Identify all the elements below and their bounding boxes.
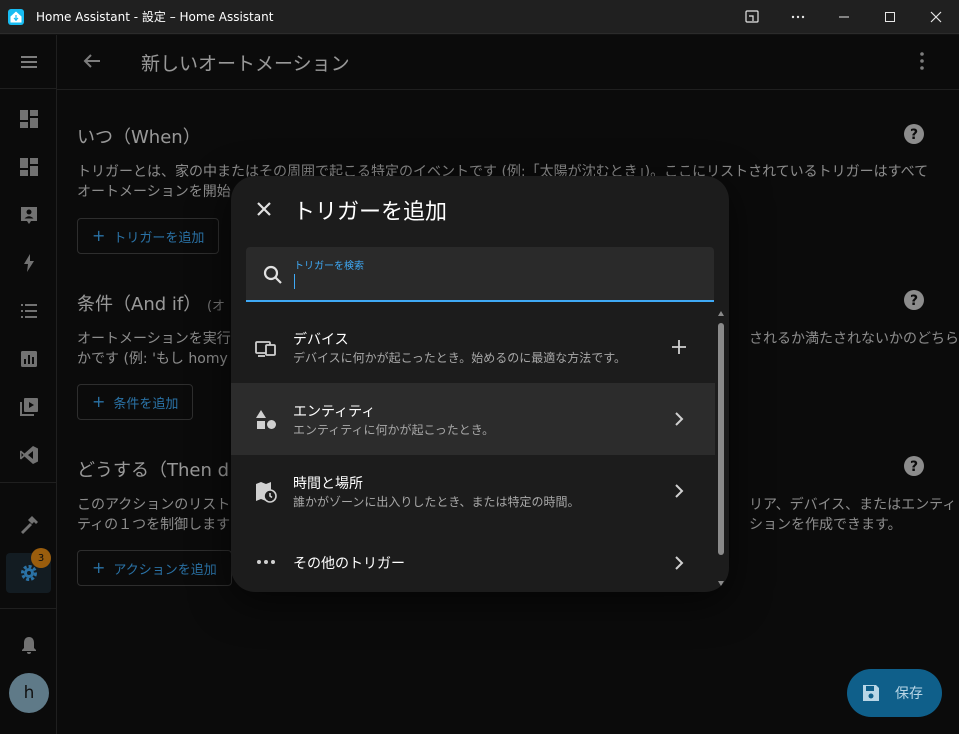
map-clock-icon bbox=[256, 482, 277, 503]
list-item-device[interactable]: デバイス デバイスに何かが起こったとき。始めるのに最適な方法です。 bbox=[231, 311, 715, 383]
search-label: トリガーを検索 bbox=[294, 261, 364, 272]
minimize-icon bbox=[839, 16, 849, 18]
more-options-button[interactable] bbox=[775, 0, 821, 34]
dialog-close-button[interactable] bbox=[255, 200, 273, 218]
trigger-search-field[interactable]: トリガーを検索 bbox=[246, 247, 714, 302]
save-button[interactable]: 保存 bbox=[847, 669, 942, 717]
scrollbar-thumb[interactable] bbox=[718, 323, 724, 555]
text-caret bbox=[294, 274, 295, 289]
close-icon bbox=[930, 11, 942, 23]
search-input[interactable] bbox=[294, 271, 694, 293]
floppy-disk-icon bbox=[863, 685, 879, 701]
dots-horizontal-icon bbox=[257, 560, 275, 564]
window-titlebar: Home Assistant - 設定 – Home Assistant bbox=[0, 0, 959, 34]
search-icon bbox=[263, 265, 282, 284]
cast-button[interactable] bbox=[729, 0, 775, 34]
minimize-button[interactable] bbox=[821, 0, 867, 34]
list-item-time-location[interactable]: 時間と場所 誰かがゾーンに出入りしたとき、または特定の時間。 bbox=[231, 455, 715, 527]
plus-icon bbox=[667, 335, 691, 359]
close-window-button[interactable] bbox=[913, 0, 959, 34]
add-trigger-dialog: トリガーを追加 トリガーを検索 デバイス デバイスに何かが起こったとき。始めるの… bbox=[231, 176, 729, 592]
list-item-other-triggers[interactable]: その他のトリガー bbox=[231, 527, 715, 592]
maximize-icon bbox=[885, 12, 895, 22]
devices-icon bbox=[255, 341, 276, 357]
list-item-entity[interactable]: エンティティ エンティティに何かが起こったとき。 bbox=[231, 383, 715, 455]
window-title: Home Assistant - 設定 – Home Assistant bbox=[36, 10, 274, 24]
chevron-right-icon bbox=[667, 551, 691, 575]
chevron-right-icon bbox=[667, 407, 691, 431]
shape-icon bbox=[256, 410, 276, 429]
dialog-scrollbar[interactable] bbox=[717, 311, 725, 587]
scroll-up-arrow-icon bbox=[718, 311, 724, 316]
cast-icon bbox=[745, 10, 759, 23]
close-icon bbox=[257, 202, 271, 216]
home-assistant-logo-icon bbox=[8, 8, 24, 25]
trigger-type-list: デバイス デバイスに何かが起こったとき。始めるのに最適な方法です。 エンティティ… bbox=[231, 311, 715, 592]
dialog-title: トリガーを追加 bbox=[293, 200, 448, 225]
scroll-down-arrow-icon bbox=[718, 581, 724, 586]
window-controls bbox=[729, 0, 959, 34]
more-horizontal-icon bbox=[791, 15, 805, 19]
maximize-button[interactable] bbox=[867, 0, 913, 34]
chevron-right-icon bbox=[667, 479, 691, 503]
